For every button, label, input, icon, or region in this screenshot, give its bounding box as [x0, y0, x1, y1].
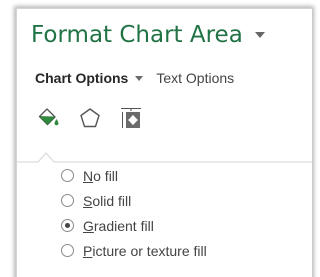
options-tabs: Chart Options Text Options: [35, 67, 234, 89]
gradient-fill-label: Gradient fill: [83, 217, 154, 234]
no-fill-option[interactable]: No fill: [61, 163, 207, 188]
solid-fill-option[interactable]: Solid fill: [61, 188, 207, 213]
gradient-fill-radio[interactable]: [61, 219, 74, 232]
picture-texture-fill-option[interactable]: Picture or texture fill: [61, 238, 207, 263]
effects-button[interactable]: [78, 106, 102, 130]
section-divider: [17, 152, 312, 163]
fill-line-icon: [38, 108, 59, 126]
solid-fill-radio[interactable]: [61, 194, 74, 207]
format-chart-area-pane: Format Chart Area Chart Options Text Opt…: [16, 8, 312, 277]
fill-line-button[interactable]: [37, 106, 61, 130]
effects-pentagon-icon: [80, 108, 100, 128]
pane-header: Format Chart Area: [31, 17, 265, 53]
caret-down-icon[interactable]: [254, 32, 265, 38]
tab-chart-options[interactable]: Chart Options: [35, 70, 128, 86]
picture-texture-fill-radio[interactable]: [61, 244, 74, 257]
no-fill-label: No fill: [83, 167, 119, 184]
fill-options-group: No fill Solid fill Gradient fill Picture…: [61, 163, 207, 263]
picture-texture-fill-label: Picture or texture fill: [83, 242, 207, 259]
pane-title: Format Chart Area: [31, 22, 243, 48]
chart-options-dropdown-icon[interactable]: [135, 75, 144, 81]
size-properties-icon: [121, 108, 141, 128]
gradient-fill-option[interactable]: Gradient fill: [61, 213, 207, 238]
tab-text-options[interactable]: Text Options: [156, 70, 234, 86]
category-icon-row: [37, 105, 160, 131]
solid-fill-label: Solid fill: [83, 192, 132, 209]
screenshot-page: Format Chart Area Chart Options Text Opt…: [0, 0, 320, 277]
size-properties-button[interactable]: [119, 106, 143, 130]
no-fill-radio[interactable]: [61, 169, 74, 182]
